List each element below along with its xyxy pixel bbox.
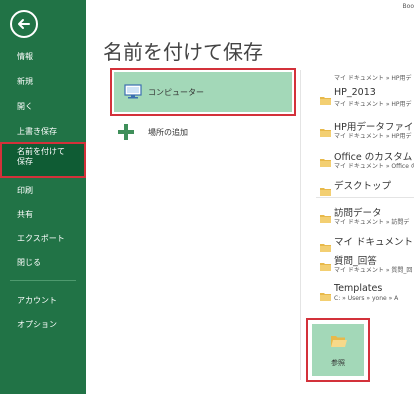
open-folder-icon bbox=[330, 333, 348, 353]
folder-path: マイ ドキュメント » 質問_回 bbox=[334, 267, 413, 274]
document-name: Boo bbox=[402, 3, 414, 10]
folder-name: マイ ドキュメント bbox=[334, 237, 414, 248]
folder-name: HP_2013 bbox=[334, 87, 376, 98]
sidebar-item-label: 共有 bbox=[17, 210, 33, 219]
browse-highlight: 参照 bbox=[312, 324, 364, 376]
folder-icon bbox=[320, 286, 331, 305]
folder-path: マイ ドキュメント » HP用デ bbox=[334, 75, 412, 82]
sidebar-item-label: アカウント bbox=[17, 296, 57, 305]
sidebar-item-account[interactable]: アカウント bbox=[0, 290, 86, 312]
folder-icon bbox=[320, 152, 331, 171]
folder-path: マイ ドキュメント » HP用デ bbox=[334, 101, 412, 108]
browse-label: 参照 bbox=[331, 359, 345, 367]
folder-path: マイ ドキュメント » HP用デ bbox=[334, 133, 412, 140]
place-label: コンピューター bbox=[148, 88, 204, 97]
sidebar-item-label: 印刷 bbox=[17, 186, 33, 195]
sidebar-item-label: 保存 bbox=[17, 157, 33, 166]
sidebar-item-label: 開く bbox=[17, 102, 33, 111]
sidebar-item-open[interactable]: 開く bbox=[0, 96, 86, 118]
place-computer[interactable]: コンピューター bbox=[110, 68, 296, 116]
folder-icon bbox=[320, 122, 331, 141]
folder-path: マイ ドキュメント » Office の bbox=[334, 163, 414, 170]
sidebar-item-label: 新規 bbox=[17, 77, 33, 86]
sidebar-item-share[interactable]: 共有 bbox=[0, 204, 86, 226]
recent-folder[interactable]: 質問_回答 マイ ドキュメント » 質問_回 bbox=[320, 253, 414, 277]
recent-folder[interactable]: 訪問データ マイ ドキュメント » 訪問デ bbox=[320, 205, 414, 229]
sidebar-item-print[interactable]: 印刷 bbox=[0, 180, 86, 202]
recent-folder[interactable]: Office のカスタム テンプ マイ ドキュメント » Office の bbox=[320, 149, 414, 173]
sidebar-item-options[interactable]: オプション bbox=[0, 314, 86, 336]
sidebar-item-close[interactable]: 閉じる bbox=[0, 252, 86, 274]
sidebar-item-label: エクスポート bbox=[17, 234, 65, 243]
recent-folder[interactable]: Templates C: » Users » yone » A bbox=[320, 283, 414, 307]
folder-icon bbox=[320, 256, 331, 275]
sidebar-item-export[interactable]: エクスポート bbox=[0, 228, 86, 250]
computer-icon bbox=[124, 84, 142, 104]
backstage-sidebar: 情報 新規 開く 上書き保存 名前を付けて 保存 印刷 共有 エクスポート 閉じ… bbox=[0, 0, 86, 394]
sidebar-item-label: オプション bbox=[17, 320, 57, 329]
sidebar-item-label: 閉じる bbox=[17, 258, 41, 267]
sidebar-item-info[interactable]: 情報 bbox=[0, 46, 86, 68]
sidebar-item-label: 名前を付けて bbox=[17, 147, 65, 156]
list-divider bbox=[316, 197, 414, 198]
recent-folder[interactable]: デスクトップ bbox=[320, 178, 414, 202]
folder-path: マイ ドキュメント » 訪問デ bbox=[334, 219, 410, 226]
sidebar-item-new[interactable]: 新規 bbox=[0, 71, 86, 93]
sidebar-item-save-as[interactable]: 名前を付けて 保存 bbox=[0, 142, 86, 178]
folder-name: Templates bbox=[334, 283, 383, 294]
browse-button[interactable]: 参照 bbox=[306, 318, 370, 382]
place-label: 場所の追加 bbox=[148, 128, 188, 137]
folder-icon bbox=[320, 90, 331, 109]
folder-path: C: » Users » yone » A bbox=[334, 295, 399, 302]
sidebar-item-label: 上書き保存 bbox=[17, 127, 57, 136]
panel-divider bbox=[300, 70, 301, 380]
folder-icon bbox=[320, 208, 331, 227]
page-title: 名前を付けて保存 bbox=[103, 40, 263, 64]
recent-folder[interactable]: HP_2013 マイ ドキュメント » HP用デ bbox=[320, 87, 414, 111]
sidebar-item-label: 情報 bbox=[17, 52, 33, 61]
folder-name: デスクトップ bbox=[334, 181, 392, 192]
back-arrow-icon[interactable] bbox=[10, 10, 38, 38]
recent-folder[interactable]: HP用データファイル マイ ドキュメント » HP用デ bbox=[320, 119, 414, 143]
place-highlight: コンピューター bbox=[114, 72, 292, 112]
sidebar-divider bbox=[10, 280, 76, 281]
place-add-location[interactable]: 場所の追加 bbox=[118, 122, 288, 142]
plus-icon bbox=[118, 124, 134, 144]
sidebar-item-save[interactable]: 上書き保存 bbox=[0, 121, 86, 143]
